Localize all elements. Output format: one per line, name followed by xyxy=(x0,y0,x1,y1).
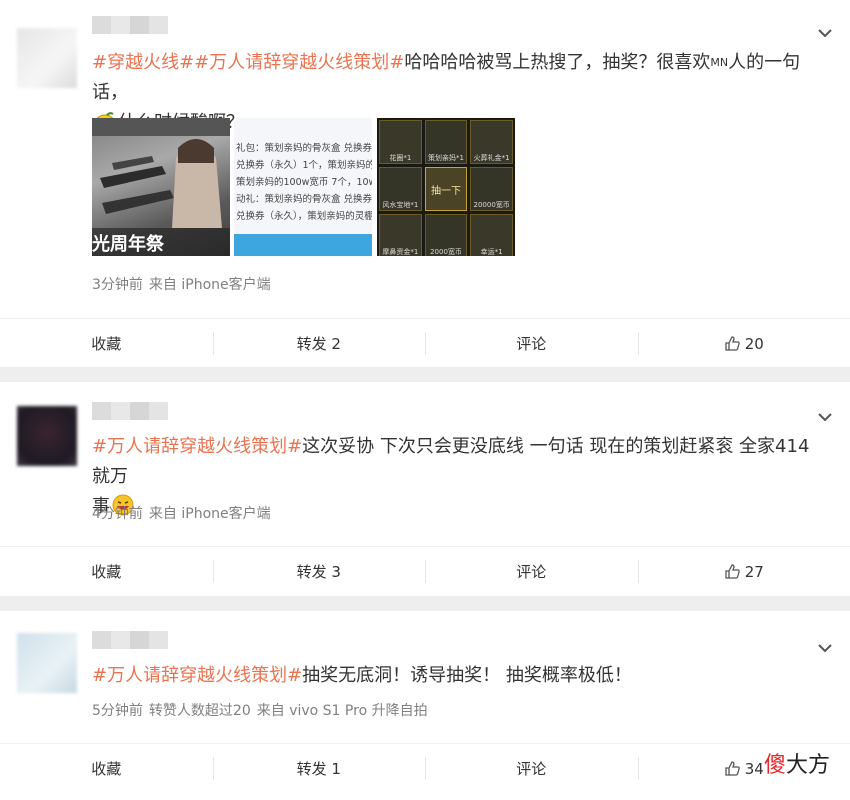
collect-label: 收藏 xyxy=(91,335,122,353)
post-source: 来自 iPhone客户端 xyxy=(148,277,271,293)
collect-button[interactable]: 收藏 xyxy=(0,744,213,793)
avatar-blurred[interactable] xyxy=(17,406,77,466)
hashtag-link[interactable]: #万人请辞穿越火线策划# xyxy=(92,665,302,686)
collect-button[interactable]: 收藏 xyxy=(0,319,213,368)
post-source: 来自 vivo S1 Pro 升降自拍 xyxy=(256,703,428,719)
comment-label: 评论 xyxy=(516,563,547,581)
post-body: 抽奖无底洞！诱导抽奖！ 抽奖概率极低！ xyxy=(302,665,632,686)
repost-button[interactable]: 转发 2 xyxy=(212,319,426,368)
comment-label: 评论 xyxy=(516,760,547,778)
prize-cell: 2000宽币 xyxy=(424,214,468,256)
prize-cell: 幸运*1 xyxy=(470,214,513,256)
post-image-2[interactable]: 礼包：策划亲妈的骨灰盒 兑换券（永 兑换券（永久）1个，策划亲妈的 策划亲妈的1… xyxy=(234,118,372,256)
chevron-down-icon[interactable] xyxy=(816,639,834,657)
collect-label: 收藏 xyxy=(91,760,122,778)
post-meta: 5分钟前 转赞人数超过20 来自 vivo S1 Pro 升降自拍 xyxy=(92,700,434,720)
prize-cell: 风水宝地*1 xyxy=(379,167,422,211)
image-text-lines: 礼包：策划亲妈的骨灰盒 兑换券（永 兑换券（永久）1个，策划亲妈的 策划亲妈的1… xyxy=(236,140,372,225)
weibo-post-1: #穿越火线##万人请辞穿越火线策划#哈哈哈哈被骂上热搜了，抽奖？很喜欢MN人的一… xyxy=(0,0,850,367)
post-time[interactable]: 5分钟前 xyxy=(92,703,143,719)
username-mosaic[interactable] xyxy=(92,16,168,34)
post-body: 哈哈哈哈被骂上热搜了，抽奖？很喜欢 xyxy=(404,52,711,73)
image-text-line: 兑换券（永久），策划亲妈的灵棚 xyxy=(236,211,372,222)
chevron-down-icon[interactable] xyxy=(816,408,834,426)
like-button[interactable]: 20 xyxy=(637,319,850,368)
prize-cell: 火葬礼金*1 xyxy=(470,120,513,164)
image-caption: 光周年祭 xyxy=(92,234,164,255)
like-count: 34 xyxy=(744,759,764,778)
collect-label: 收藏 xyxy=(91,563,122,581)
post-time[interactable]: 4分钟前 xyxy=(92,506,143,522)
comment-button[interactable]: 评论 xyxy=(425,547,638,596)
hashtag-link[interactable]: #万人请辞穿越火线策划# xyxy=(92,436,302,457)
prize-grid: 花圈*1 策划亲妈*1 火葬礼金*1 风水宝地*1 抽一下 20000宽币 摩鼻… xyxy=(379,120,513,256)
watermark-text: 大方 xyxy=(785,753,830,778)
repost-label: 转发 1 xyxy=(296,760,341,778)
like-count: 20 xyxy=(744,334,764,353)
post-time[interactable]: 3分钟前 xyxy=(92,277,143,293)
repost-button[interactable]: 转发 3 xyxy=(212,547,426,596)
image-text-line: 礼包：策划亲妈的骨灰盒 兑换券（永 xyxy=(236,143,372,154)
weibo-post-2: #万人请辞穿越火线策划#这次妥协 下次只会更没底线 一句话 现在的策划赶紧衮 全… xyxy=(0,382,850,596)
hashtag-link[interactable]: #万人请辞穿越火线策划# xyxy=(194,52,404,73)
post-image-1[interactable]: 光周年祭 xyxy=(92,118,230,256)
post-image-3[interactable]: 花圈*1 策划亲妈*1 火葬礼金*1 风水宝地*1 抽一下 20000宽币 摩鼻… xyxy=(377,118,515,256)
watermark-char: 傻 xyxy=(763,753,786,778)
action-bar: 收藏 转发 1 评论 34 xyxy=(0,743,850,793)
repost-button[interactable]: 转发 1 xyxy=(212,744,426,793)
action-bar: 收藏 转发 3 评论 27 xyxy=(0,546,850,596)
avatar-blurred[interactable] xyxy=(17,633,77,693)
action-bar: 收藏 转发 2 评论 20 xyxy=(0,318,850,368)
image-text-line: 兑换券（永久）1个，策划亲妈的 xyxy=(236,160,372,171)
like-count: 27 xyxy=(744,562,764,581)
thumbs-up-icon xyxy=(725,336,740,351)
thumbs-up-icon xyxy=(725,761,740,776)
prize-cell: 策划亲妈*1 xyxy=(424,120,468,164)
post-repost-count: 转赞人数超过20 xyxy=(148,703,251,719)
prize-cell: 花圈*1 xyxy=(379,120,422,164)
post-meta: 4分钟前 来自 iPhone客户端 xyxy=(92,503,277,523)
image-text-line: 动礼：策划亲妈的骨灰盒 兑换券 xyxy=(236,194,372,205)
image-text-line: 策划亲妈的100w宽币 7个，10w xyxy=(236,177,372,188)
username-mosaic[interactable] xyxy=(92,402,168,420)
comment-button[interactable]: 评论 xyxy=(425,319,638,368)
chevron-down-icon[interactable] xyxy=(816,24,834,42)
username-mosaic[interactable] xyxy=(92,631,168,649)
draw-button: 抽一下 xyxy=(424,167,468,211)
post-body-mn: MN xyxy=(710,56,729,69)
repost-label: 转发 3 xyxy=(296,563,341,581)
post-source: 来自 iPhone客户端 xyxy=(148,506,271,522)
like-button[interactable]: 27 xyxy=(637,547,850,596)
avatar-blurred[interactable] xyxy=(17,28,77,88)
prize-cell: 20000宽币 xyxy=(470,167,513,211)
comment-label: 评论 xyxy=(516,335,547,353)
thumbs-up-icon xyxy=(725,564,740,579)
watermark: 傻大方 xyxy=(764,747,830,779)
comment-button[interactable]: 评论 xyxy=(425,744,638,793)
hashtag-link[interactable]: #穿越火线# xyxy=(92,52,194,73)
post-text: #万人请辞穿越火线策划#抽奖无底洞！诱导抽奖！ 抽奖概率极低！ xyxy=(92,661,822,691)
repost-label: 转发 2 xyxy=(296,335,341,353)
prize-cell: 摩鼻资金*1 xyxy=(379,214,422,256)
image-blue-bar xyxy=(234,234,372,256)
collect-button[interactable]: 收藏 xyxy=(0,547,213,596)
post-meta: 3分钟前 来自 iPhone客户端 xyxy=(92,274,277,294)
weibo-post-3: #万人请辞穿越火线策划#抽奖无底洞！诱导抽奖！ 抽奖概率极低！ 5分钟前 转赞人数… xyxy=(0,611,850,800)
